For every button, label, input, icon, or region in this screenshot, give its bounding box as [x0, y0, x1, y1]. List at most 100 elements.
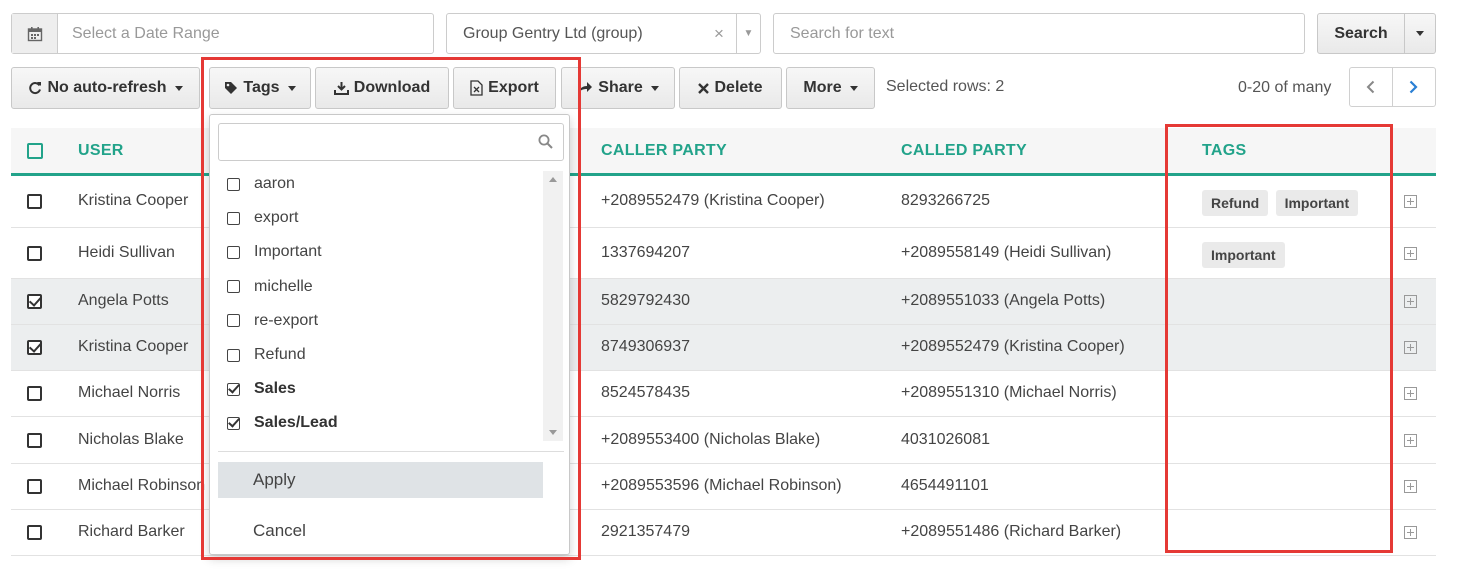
cell-user: Michael Robinson	[78, 477, 206, 494]
search-button-group: Search	[1317, 13, 1436, 54]
tag-option-label: michelle	[254, 277, 313, 295]
group-select[interactable]: Group Gentry Ltd (group) × ▼	[446, 13, 761, 54]
more-label: More	[803, 79, 842, 96]
tag-option-checkbox[interactable]	[227, 314, 240, 328]
delete-label: Delete	[714, 79, 763, 96]
row-checkbox[interactable]	[27, 294, 42, 309]
clear-icon[interactable]: ×	[702, 24, 736, 44]
tag-option[interactable]: michelle	[226, 270, 536, 304]
calendar-icon[interactable]	[12, 14, 58, 53]
pagination-controls	[1349, 67, 1436, 107]
row-checkbox[interactable]	[27, 432, 42, 448]
plus-square-icon[interactable]	[1404, 341, 1417, 354]
excel-file-icon	[470, 80, 483, 96]
column-header-user[interactable]: USER	[78, 142, 124, 160]
plus-square-icon[interactable]	[1404, 480, 1417, 493]
cell-caller-party: 2921357479	[601, 523, 690, 540]
search-options-button[interactable]	[1405, 13, 1436, 54]
tag-option-checkbox[interactable]	[227, 416, 240, 430]
tag-search-input[interactable]	[218, 123, 564, 161]
date-range-input[interactable]	[58, 14, 433, 53]
refresh-icon	[29, 82, 42, 94]
tag-option[interactable]: Sales/Lead	[226, 406, 536, 440]
column-header-tags[interactable]: TAGS	[1202, 142, 1246, 160]
search-button[interactable]: Search	[1317, 13, 1405, 54]
tag-option-label: Important	[254, 243, 322, 261]
share-button[interactable]: Share	[561, 67, 675, 109]
caret-down-icon	[849, 85, 858, 91]
cell-caller-party: +2089553400 (Nicholas Blake)	[601, 430, 821, 448]
plus-square-icon[interactable]	[1404, 526, 1417, 539]
cell-caller-party: 5829792430	[601, 292, 690, 309]
cell-user: Kristina Cooper	[78, 338, 189, 355]
caret-down-icon	[287, 85, 296, 91]
row-checkbox[interactable]	[27, 479, 42, 494]
column-header-caller-party[interactable]: CALLER PARTY	[601, 142, 727, 160]
download-button[interactable]: Download	[315, 67, 449, 109]
date-range-picker[interactable]	[11, 13, 434, 54]
tag-options-list[interactable]: aaron export Important michelle re-export Ref…	[210, 167, 565, 442]
cancel-button[interactable]: Cancel	[218, 513, 543, 549]
cell-called-party: +2089551310 (Michael Norris)	[901, 384, 1117, 401]
tag-option-checkbox[interactable]	[227, 177, 240, 191]
tag-list-scrollbar[interactable]	[543, 171, 563, 441]
plus-square-icon[interactable]	[1404, 387, 1417, 400]
tags-button[interactable]: Tags	[209, 67, 311, 109]
tag-badge[interactable]: Refund	[1202, 190, 1269, 216]
tag-option-checkbox[interactable]	[227, 245, 240, 259]
next-page-button[interactable]	[1392, 67, 1436, 107]
row-checkbox[interactable]	[27, 525, 42, 540]
pagination-info: 0-20 of many	[1238, 79, 1332, 96]
search-input[interactable]	[773, 13, 1305, 54]
share-arrow-icon	[578, 82, 593, 94]
row-checkbox[interactable]	[27, 245, 42, 261]
column-header-called-party[interactable]: CALLED PARTY	[901, 142, 1027, 160]
plus-square-icon[interactable]	[1404, 195, 1417, 208]
tag-option[interactable]: Refund	[226, 338, 536, 372]
tag-option[interactable]: Important	[226, 235, 536, 269]
tag-option[interactable]: aaron	[226, 167, 536, 201]
tag-badge[interactable]: Important	[1202, 241, 1285, 268]
cell-caller-party: 8524578435	[601, 384, 690, 401]
close-icon	[698, 82, 710, 94]
tag-option[interactable]: Sales	[226, 372, 536, 406]
export-button[interactable]: Export	[453, 67, 556, 109]
plus-square-icon[interactable]	[1404, 246, 1417, 260]
tag-option[interactable]: re-export	[226, 304, 536, 338]
delete-button[interactable]: Delete	[679, 67, 782, 109]
tag-option-checkbox[interactable]	[227, 211, 240, 225]
cell-user: Nicholas Blake	[78, 430, 184, 448]
tag-option-label: re-export	[254, 311, 319, 329]
apply-button[interactable]: Apply	[218, 462, 543, 498]
plus-square-icon[interactable]	[1404, 295, 1417, 308]
tag-option-label: aaron	[254, 175, 295, 192]
tag-option[interactable]: export	[226, 201, 536, 235]
cell-called-party: +2089551033 (Angela Potts)	[901, 292, 1106, 309]
more-button[interactable]: More	[786, 67, 875, 109]
tag-option-checkbox[interactable]	[227, 280, 240, 294]
cell-called-party: 8293266725	[901, 192, 990, 209]
tag-badge[interactable]: Important	[1275, 190, 1359, 216]
tag-option-checkbox[interactable]	[227, 348, 240, 362]
scroll-up-icon[interactable]	[549, 177, 557, 182]
auto-refresh-label: No auto-refresh	[47, 79, 167, 96]
tag-icon	[225, 82, 238, 94]
tag-option-label: Sales/Lead	[254, 414, 338, 432]
dropdown-arrow-icon[interactable]: ▼	[736, 14, 760, 53]
row-checkbox[interactable]	[27, 386, 42, 401]
prev-page-button[interactable]	[1349, 67, 1393, 107]
row-checkbox[interactable]	[27, 194, 42, 209]
row-checkbox[interactable]	[27, 340, 42, 355]
search-icon	[538, 134, 553, 149]
cell-called-party: +2089551486 (Richard Barker)	[901, 523, 1122, 540]
cell-called-party: 4654491101	[901, 477, 989, 494]
tag-option-label: export	[254, 209, 299, 227]
cell-user: Michael Norris	[78, 384, 181, 401]
scroll-down-icon[interactable]	[549, 430, 557, 435]
tag-option-label: Refund	[254, 346, 306, 363]
auto-refresh-button[interactable]: No auto-refresh	[11, 67, 200, 109]
cell-user: Heidi Sullivan	[78, 243, 175, 261]
plus-square-icon[interactable]	[1404, 433, 1417, 447]
select-all-checkbox[interactable]	[27, 143, 43, 159]
tag-option-checkbox[interactable]	[227, 382, 240, 396]
